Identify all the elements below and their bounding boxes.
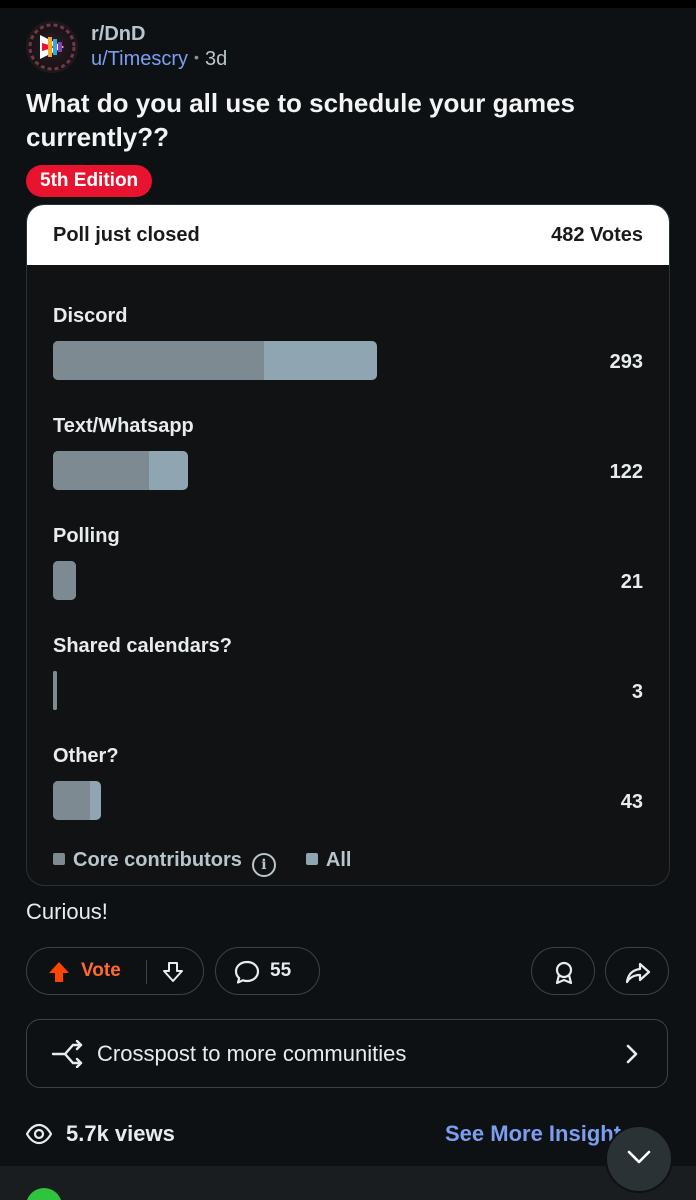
poll-option-core-fill	[53, 671, 57, 710]
author-link[interactable]: u/Timescry	[91, 48, 188, 70]
poll-option-votes: 122	[609, 461, 643, 483]
upvote-arrow-icon[interactable]	[47, 960, 71, 989]
post-flair[interactable]: 5th Edition	[26, 165, 153, 197]
info-icon[interactable]: i	[251, 853, 276, 877]
crosspost-label: Crosspost to more communities	[97, 1041, 407, 1066]
post-title: What do you all use to schedule your gam…	[26, 88, 575, 152]
poll-option-label: Shared calendars?	[53, 635, 232, 657]
poll-status: Poll just closed	[53, 224, 200, 246]
scroll-down-button[interactable]	[607, 1127, 671, 1191]
poll-option: Other? 43	[53, 745, 643, 835]
vote-label[interactable]: Vote	[81, 960, 121, 982]
subreddit-name[interactable]: r/DnD	[91, 23, 145, 46]
downvote-arrow-icon[interactable]	[161, 960, 185, 989]
poll-option-bar	[53, 451, 188, 490]
meta-separator: •	[194, 49, 199, 65]
dnd-logo-icon	[28, 23, 76, 71]
poll-option-core-fill	[53, 561, 76, 600]
poll-option-votes: 43	[620, 791, 643, 813]
post-age: 3d	[204, 48, 228, 70]
chevron-right-icon	[625, 1043, 639, 1070]
award-icon	[555, 961, 573, 985]
legend-all-swatch	[305, 853, 318, 865]
poll-total-votes: 482 Votes	[551, 224, 643, 246]
next-post-avatar	[26, 1188, 62, 1200]
top-edge	[0, 0, 696, 8]
vote-pill: Vote	[26, 947, 204, 995]
views-count: 5.7k views	[66, 1121, 175, 1146]
chevron-down-icon	[627, 1150, 651, 1164]
share-icon	[625, 962, 651, 984]
poll-option-core-fill	[53, 341, 264, 380]
poll-option-core-fill	[53, 781, 90, 820]
poll-option: Polling 21	[53, 525, 643, 615]
poll-option-label: Polling	[53, 525, 120, 547]
next-post-edge	[0, 1166, 696, 1200]
crosspost-button[interactable]: Crosspost to more communities	[26, 1019, 668, 1088]
legend-all-label: All	[325, 849, 352, 871]
eye-icon	[25, 1123, 53, 1150]
poll-header: Poll just closed 482 Votes	[27, 205, 669, 265]
poll-option-votes: 3	[631, 681, 643, 703]
crosspost-icon	[51, 1039, 85, 1073]
poll-option-bar	[53, 671, 57, 710]
award-button[interactable]	[531, 947, 595, 995]
legend-core-swatch	[53, 853, 65, 865]
poll-option: Text/Whatsapp 122	[53, 415, 643, 505]
poll-option-bar	[53, 781, 101, 820]
poll-card: Poll just closed 482 Votes Discord 293 T…	[26, 204, 670, 886]
poll-legend: Core contributors i All	[53, 849, 351, 877]
poll-option-label: Discord	[53, 305, 128, 327]
poll-option-votes: 21	[620, 571, 643, 593]
subreddit-avatar[interactable]	[26, 21, 78, 73]
poll-option: Shared calendars? 3	[53, 635, 643, 725]
poll-option-votes: 293	[609, 351, 643, 373]
poll-option-label: Other?	[53, 745, 119, 767]
poll-option-bar	[53, 341, 377, 380]
poll-option: Discord 293	[53, 305, 643, 395]
legend-core-label: Core contributors	[73, 849, 242, 871]
poll-option-label: Text/Whatsapp	[53, 415, 194, 437]
comment-count: 55	[270, 960, 292, 981]
vote-divider	[146, 960, 147, 984]
poll-option-bar	[53, 561, 76, 600]
post-meta: u/Timescry • 3d	[91, 48, 227, 71]
share-button[interactable]	[605, 947, 669, 995]
post-detail-page: r/DnD u/Timescry • 3d What do you all use …	[0, 0, 696, 1200]
post-body: Curious!	[26, 899, 108, 924]
poll-option-core-fill	[53, 451, 149, 490]
see-more-insights-link[interactable]: See More Insights	[445, 1121, 633, 1147]
comments-button[interactable]: 55	[215, 947, 320, 995]
comment-bubble-icon	[234, 960, 260, 989]
